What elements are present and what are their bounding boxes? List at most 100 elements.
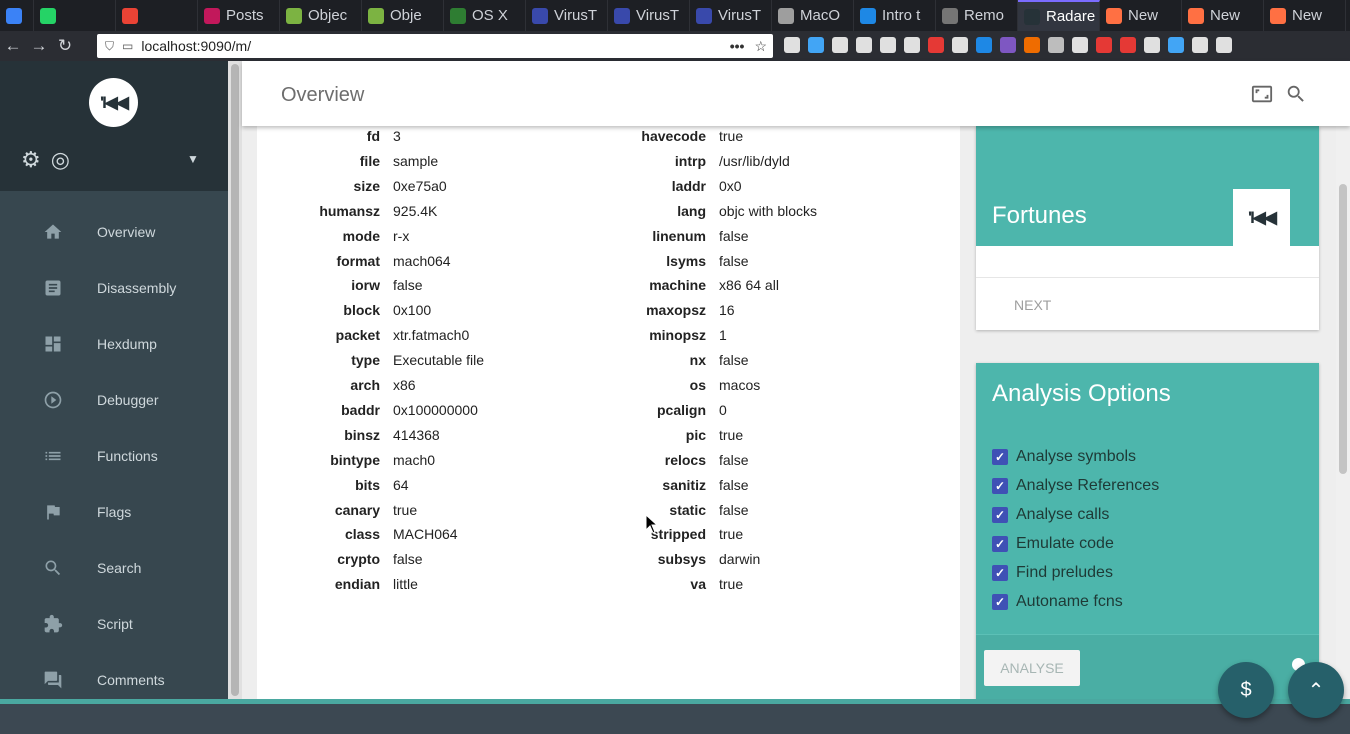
browser-toolbar: ← → ↻ ⛉ ▭ localhost:9090/m/ ••• ☆ <box>0 31 1350 61</box>
checkbox-checked-icon[interactable]: ✓ <box>992 536 1008 552</box>
sidebar-item-label: Script <box>97 616 133 632</box>
extension-icon[interactable] <box>784 37 800 53</box>
extension-icon[interactable] <box>832 37 848 53</box>
sidebar-scrollbar[interactable] <box>228 61 242 699</box>
analysis-option-checkbox[interactable]: ✓ Autoname fcns <box>992 593 1123 611</box>
browser-tab[interactable] <box>0 0 34 31</box>
browser-tab[interactable]: Remo <box>936 0 1018 31</box>
checkbox-checked-icon[interactable]: ✓ <box>992 565 1008 581</box>
checkbox-checked-icon[interactable]: ✓ <box>992 594 1008 610</box>
next-fortune-button[interactable]: NEXT <box>1014 297 1051 313</box>
analysis-option-checkbox[interactable]: ✓ Analyse calls <box>992 506 1109 524</box>
analysis-option-checkbox[interactable]: ✓ Analyse References <box>992 477 1159 495</box>
extension-icon[interactable] <box>808 37 824 53</box>
page-info-icon[interactable]: ▭ <box>122 39 133 53</box>
sidebar-scroll-thumb[interactable] <box>231 64 239 696</box>
checkbox-checked-icon[interactable]: ✓ <box>992 449 1008 465</box>
info-value: 0xe75a0 <box>393 177 447 194</box>
browser-tab[interactable]: Radare✕ <box>1018 0 1100 31</box>
extension-icon[interactable] <box>1024 37 1040 53</box>
browser-tab-strip: Posts Objec Obje OS X VirusT VirusT VirusT MacO… <box>0 0 1350 31</box>
page-scrollbar[interactable] <box>1336 126 1350 699</box>
info-value: true <box>719 576 744 593</box>
browser-tab[interactable]: Obje <box>362 0 444 31</box>
info-key: nx <box>689 352 706 369</box>
extension-icon[interactable] <box>1168 37 1184 53</box>
info-key: machine <box>649 277 706 294</box>
back-button[interactable]: ← <box>0 36 26 56</box>
dropdown-caret-icon[interactable]: ▼ <box>187 152 199 166</box>
crosshair-icon[interactable]: ◎ <box>51 147 70 173</box>
browser-tab[interactable] <box>116 0 198 31</box>
browser-tab[interactable]: VirusT <box>608 0 690 31</box>
checkbox-checked-icon[interactable]: ✓ <box>992 478 1008 494</box>
checkbox-checked-icon[interactable]: ✓ <box>992 507 1008 523</box>
browser-tab[interactable]: Intro t <box>854 0 936 31</box>
browser-tab[interactable]: Posts <box>198 0 280 31</box>
page-title: Overview <box>281 84 365 106</box>
sidebar-item-functions[interactable]: Functions <box>0 428 228 484</box>
browser-tab[interactable]: New <box>1182 0 1264 31</box>
extension-icon[interactable] <box>1120 37 1136 53</box>
extension-icon[interactable] <box>928 37 944 53</box>
tab-title: Posts <box>226 7 264 24</box>
info-key: va <box>690 576 706 593</box>
settings-gear-icon[interactable]: ⚙ <box>21 147 41 173</box>
sidebar-item-flags[interactable]: Flags <box>0 484 228 540</box>
extension-icon[interactable] <box>1216 37 1232 53</box>
analyse-button[interactable]: ANALYSE <box>984 650 1080 686</box>
sidebar-item-overview[interactable]: Overview <box>0 204 228 260</box>
browser-tab[interactable]: MacO <box>772 0 854 31</box>
info-row: block 0x100 <box>243 302 431 318</box>
url-bar[interactable]: ⛉ ▭ localhost:9090/m/ ••• ☆ <box>97 34 773 58</box>
sidebar-item-search[interactable]: Search <box>0 540 228 596</box>
console-fab-button[interactable]: $ <box>1218 662 1274 718</box>
browser-tab[interactable]: OS X <box>444 0 526 31</box>
browser-tab[interactable] <box>34 0 116 31</box>
analysis-option-checkbox[interactable]: ✓ Analyse symbols <box>992 448 1136 466</box>
page-scroll-thumb[interactable] <box>1339 184 1347 474</box>
sidebar-item-comments[interactable]: Comments <box>0 652 228 699</box>
analysis-option-label: Autoname fcns <box>1016 593 1123 610</box>
sidebar-item-disassembly[interactable]: Disassembly <box>0 260 228 316</box>
extension-icon[interactable] <box>1000 37 1016 53</box>
browser-tab[interactable]: Objec <box>280 0 362 31</box>
extension-icon[interactable] <box>1048 37 1064 53</box>
tab-favicon-icon <box>40 7 56 24</box>
fullscreen-icon[interactable] <box>1251 83 1273 110</box>
extension-icon[interactable] <box>856 37 872 53</box>
extension-icon[interactable] <box>1096 37 1112 53</box>
info-row: nx false <box>569 352 749 368</box>
scroll-up-fab-button[interactable]: ⌃ <box>1288 662 1344 718</box>
search-icon <box>42 557 64 579</box>
extension-icon[interactable] <box>1072 37 1088 53</box>
sidebar-item-debugger[interactable]: Debugger <box>0 372 228 428</box>
extension-icon[interactable] <box>976 37 992 53</box>
sidebar-item-hexdump[interactable]: Hexdump <box>0 316 228 372</box>
browser-tab[interactable]: New <box>1100 0 1182 31</box>
extension-icon[interactable] <box>1144 37 1160 53</box>
search-icon[interactable] <box>1285 83 1307 110</box>
info-key: arch <box>350 377 380 393</box>
extension-icon[interactable] <box>880 37 896 53</box>
analysis-option-checkbox[interactable]: ✓ Find preludes <box>992 564 1113 582</box>
browser-tab[interactable]: New <box>1346 0 1350 31</box>
info-value: 1 <box>719 327 727 344</box>
url-text[interactable]: localhost:9090/m/ <box>141 38 729 54</box>
extension-icon[interactable] <box>904 37 920 53</box>
reload-button[interactable]: ↻ <box>52 36 78 56</box>
tab-favicon-icon <box>6 7 22 24</box>
analysis-option-checkbox[interactable]: ✓ Emulate code <box>992 535 1114 553</box>
page-actions-icon[interactable]: ••• <box>730 38 745 54</box>
bookmark-star-icon[interactable]: ☆ <box>754 38 767 55</box>
extension-icon[interactable] <box>1192 37 1208 53</box>
forward-button[interactable]: → <box>26 36 52 56</box>
info-key: packet <box>335 327 380 344</box>
browser-tab[interactable]: VirusT <box>526 0 608 31</box>
sidebar-item-script[interactable]: Script <box>0 596 228 652</box>
extension-icon[interactable] <box>952 37 968 53</box>
browser-tab[interactable]: VirusT <box>690 0 772 31</box>
tab-title: Intro t <box>882 7 921 24</box>
info-row: os macos <box>569 377 761 393</box>
browser-tab[interactable]: New <box>1264 0 1346 31</box>
